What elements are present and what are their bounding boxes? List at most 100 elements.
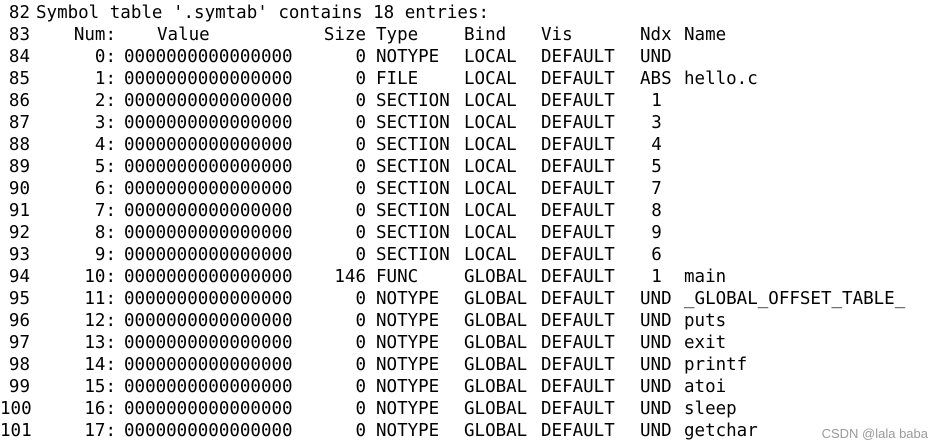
symbol-type: SECTION <box>376 113 450 133</box>
column-header-name: Name <box>684 25 727 45</box>
symbol-num: 10: <box>84 267 116 287</box>
symbol-bind: LOCAL <box>464 245 517 265</box>
symbol-vis: DEFAULT <box>541 47 615 67</box>
symbol-type: NOTYPE <box>376 311 440 331</box>
line-number: 96 <box>8 311 30 331</box>
symbol-bind: LOCAL <box>464 135 517 155</box>
symbol-num: 8: <box>94 223 116 243</box>
symbol-size: 0 <box>355 135 366 155</box>
symbol-num: 3: <box>94 113 116 133</box>
symbol-num: 13: <box>84 333 116 353</box>
table-row: 96 12: 0000000000000000 0 NOTYPE GLOBAL DEFAUL… <box>0 310 942 332</box>
line-number: 97 <box>8 333 30 353</box>
table-row: 98 14: 0000000000000000 0 NOTYPE GLOBAL DEFAUL… <box>0 354 942 376</box>
symbol-size: 0 <box>355 179 366 199</box>
symbol-bind: LOCAL <box>464 91 517 111</box>
symbol-size: 146 <box>334 267 366 287</box>
line-number: 92 <box>8 223 30 243</box>
symbol-size: 0 <box>355 355 366 375</box>
line-number: 90 <box>8 179 30 199</box>
symbol-vis: DEFAULT <box>541 399 615 419</box>
symbol-type: NOTYPE <box>376 399 440 419</box>
line-number: 94 <box>8 267 30 287</box>
symbol-size: 0 <box>355 223 366 243</box>
symbol-value: 0000000000000000 <box>124 399 293 419</box>
symbol-name: sleep <box>684 399 737 419</box>
column-header-line: 83 Num: Value Size Type Bind Vis Ndx Nam… <box>0 24 942 46</box>
symbol-bind: LOCAL <box>464 179 517 199</box>
table-row: 89 5: 0000000000000000 0 SECTION LOCAL DEFAULT… <box>0 156 942 178</box>
line-number: 101 <box>0 421 32 441</box>
symbol-size: 0 <box>355 377 366 397</box>
table-row: 94 10: 0000000000000000 146 FUNC GLOBAL DEFAUL… <box>0 266 942 288</box>
line-number: 84 <box>8 47 30 67</box>
symbol-value: 0000000000000000 <box>124 311 293 331</box>
symbol-ndx: 8 <box>651 201 662 221</box>
symbol-size: 0 <box>355 91 366 111</box>
symbol-size: 0 <box>355 245 366 265</box>
symbol-type: NOTYPE <box>376 289 440 309</box>
symbol-type: NOTYPE <box>376 47 440 67</box>
symbol-table-title: Symbol table '.symtab' contains 18 entri… <box>36 3 490 23</box>
symbol-bind: GLOBAL <box>464 355 528 375</box>
symbol-type: NOTYPE <box>376 333 440 353</box>
symbol-vis: DEFAULT <box>541 179 615 199</box>
column-header-num: Num: <box>73 25 116 45</box>
symbol-num: 12: <box>84 311 116 331</box>
symbol-size: 0 <box>355 289 366 309</box>
symbol-num: 9: <box>94 245 116 265</box>
symbol-vis: DEFAULT <box>541 355 615 375</box>
symbol-ndx: UND <box>640 47 672 67</box>
symbol-rows: 84 0: 0000000000000000 0 NOTYPE LOCAL DEFAULT U… <box>0 46 942 442</box>
symbol-num: 5: <box>94 157 116 177</box>
table-row: 90 6: 0000000000000000 0 SECTION LOCAL DEFAULT… <box>0 178 942 200</box>
symbol-num: 6: <box>94 179 116 199</box>
table-row: 101 17: 0000000000000000 0 NOTYPE GLOBAL DEFAU… <box>0 420 942 442</box>
symbol-vis: DEFAULT <box>541 201 615 221</box>
symbol-ndx: 4 <box>651 135 662 155</box>
symbol-value: 0000000000000000 <box>124 91 293 111</box>
symbol-name: main <box>684 267 727 287</box>
symbol-bind: GLOBAL <box>464 289 528 309</box>
symbol-size: 0 <box>355 333 366 353</box>
table-row: 84 0: 0000000000000000 0 NOTYPE LOCAL DEFAULT U… <box>0 46 942 68</box>
symbol-size: 0 <box>355 113 366 133</box>
symbol-value: 0000000000000000 <box>124 135 293 155</box>
line-number: 82 <box>8 3 30 23</box>
symbol-name: puts <box>684 311 727 331</box>
symbol-value: 0000000000000000 <box>124 245 293 265</box>
symbol-type: SECTION <box>376 245 450 265</box>
symbol-size: 0 <box>355 399 366 419</box>
symbol-vis: DEFAULT <box>541 267 615 287</box>
line-number: 93 <box>8 245 30 265</box>
column-header-value: Value <box>157 25 210 45</box>
column-header-type: Type <box>376 25 419 45</box>
symbol-bind: GLOBAL <box>464 311 528 331</box>
symbol-value: 0000000000000000 <box>124 47 293 67</box>
table-row: 92 8: 0000000000000000 0 SECTION LOCAL DEFAULT… <box>0 222 942 244</box>
line-number: 98 <box>8 355 30 375</box>
symbol-size: 0 <box>355 201 366 221</box>
symbol-size: 0 <box>355 69 366 89</box>
symbol-type: SECTION <box>376 223 450 243</box>
symbol-num: 15: <box>84 377 116 397</box>
line-number: 87 <box>8 113 30 133</box>
table-row: 88 4: 0000000000000000 0 SECTION LOCAL DEFAULT… <box>0 134 942 156</box>
symbol-type: SECTION <box>376 135 450 155</box>
symbol-value: 0000000000000000 <box>124 179 293 199</box>
symbol-type: NOTYPE <box>376 421 440 441</box>
symbol-bind: GLOBAL <box>464 399 528 419</box>
symbol-vis: DEFAULT <box>541 377 615 397</box>
table-row: 87 3: 0000000000000000 0 SECTION LOCAL DEFAULT… <box>0 112 942 134</box>
symbol-bind: LOCAL <box>464 201 517 221</box>
symbol-type: SECTION <box>376 201 450 221</box>
symbol-type: FUNC <box>376 267 419 287</box>
table-row: 86 2: 0000000000000000 0 SECTION LOCAL DEFAULT… <box>0 90 942 112</box>
symbol-value: 0000000000000000 <box>124 113 293 133</box>
line-number: 100 <box>0 399 32 419</box>
symbol-bind: LOCAL <box>464 69 517 89</box>
symbol-ndx: 1 <box>651 91 662 111</box>
symbol-value: 0000000000000000 <box>124 223 293 243</box>
symbol-table-output: 82 Symbol table '.symtab' contains 18 en… <box>0 2 942 442</box>
symbol-value: 0000000000000000 <box>124 289 293 309</box>
